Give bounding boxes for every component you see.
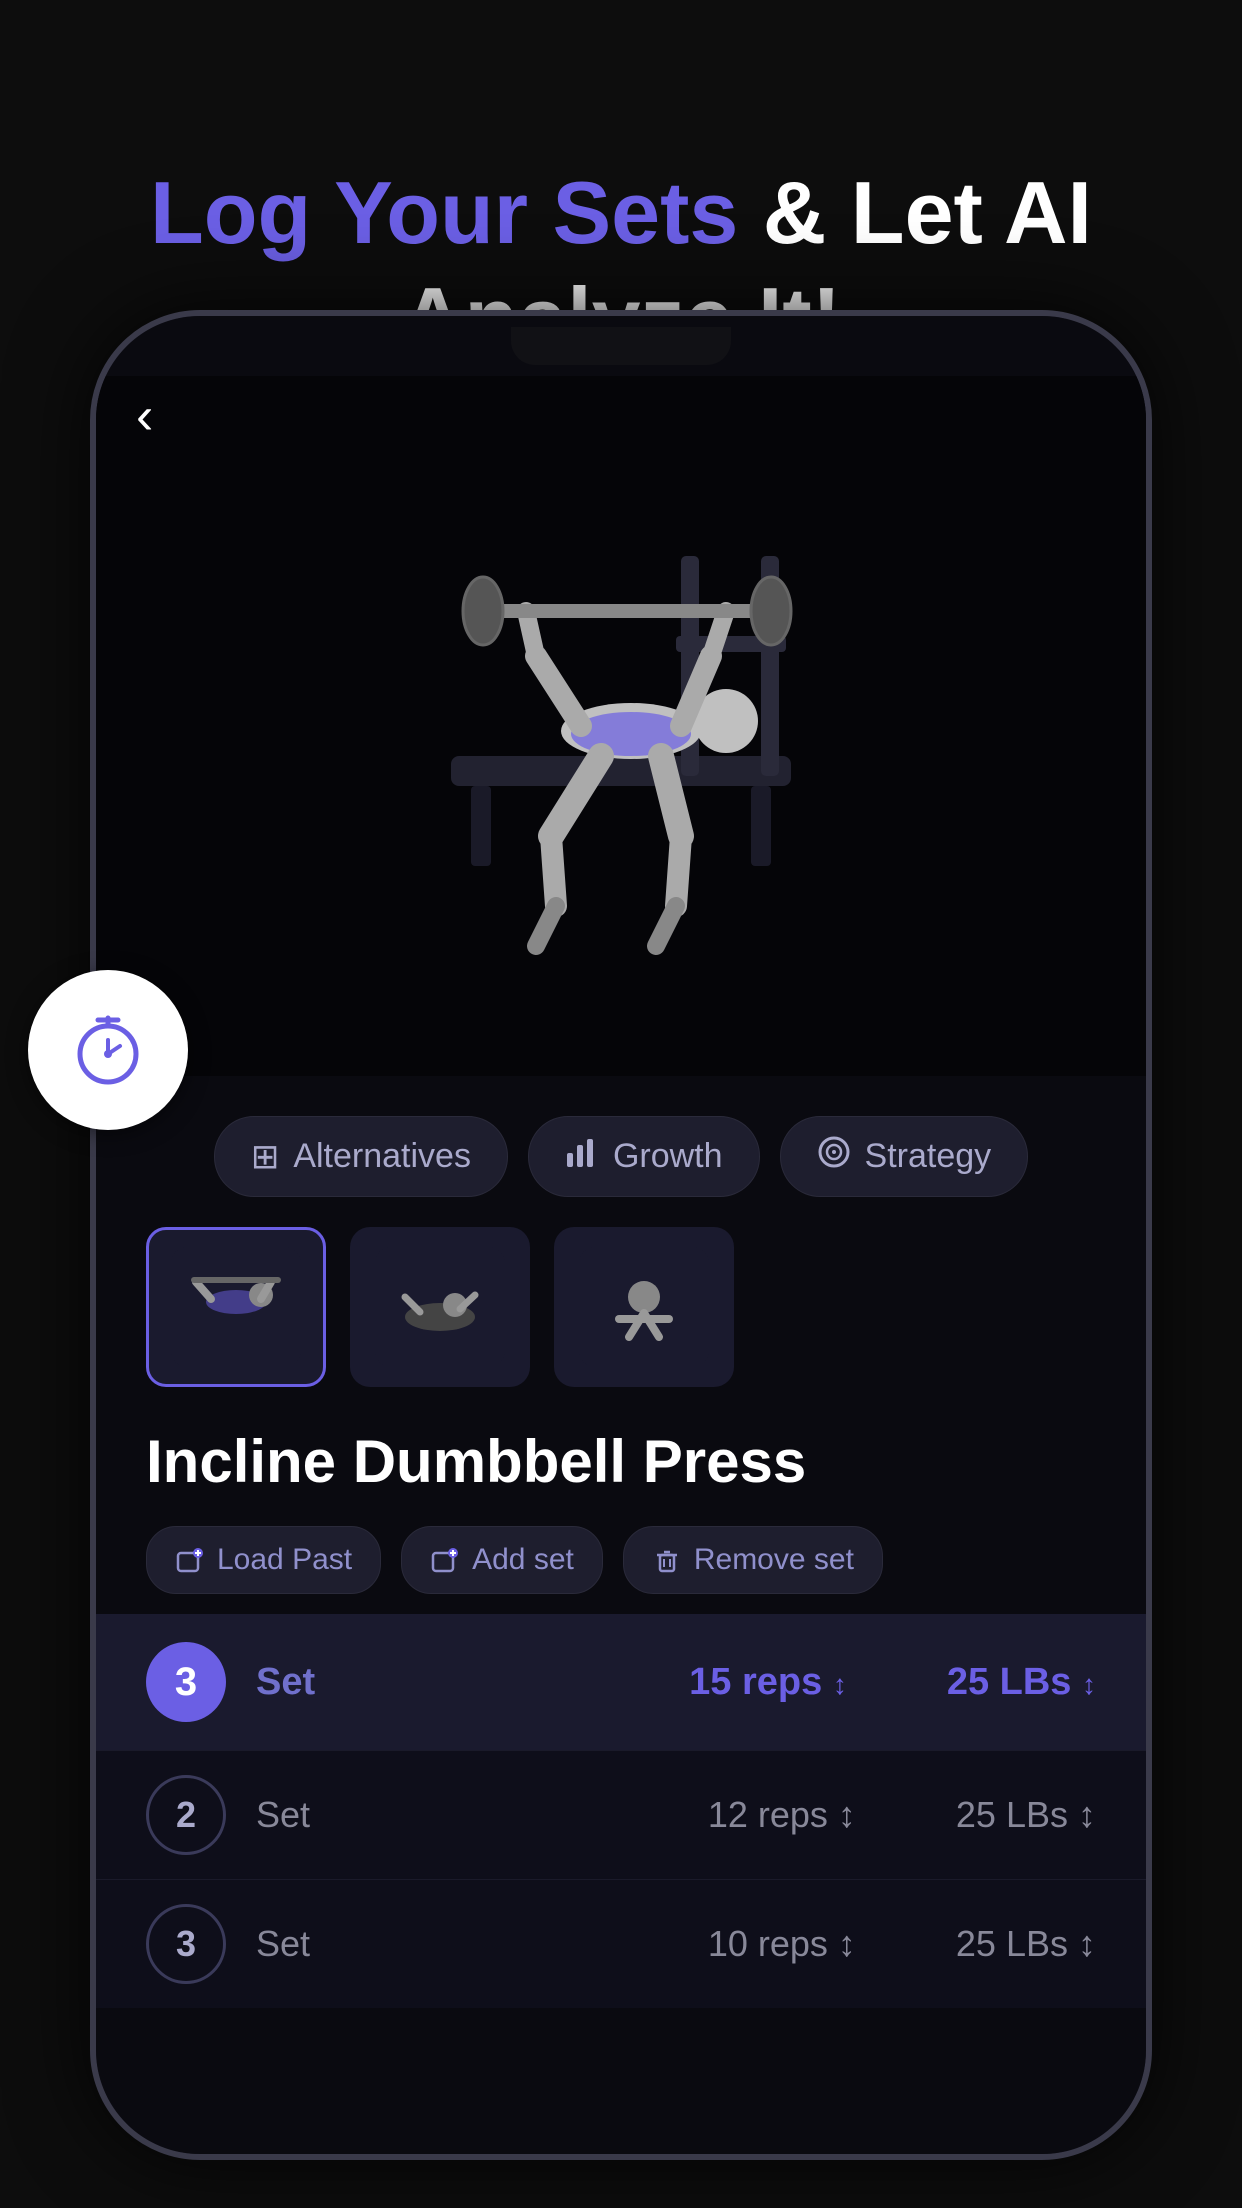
set-row-2-number: 3	[146, 1904, 226, 1984]
alternatives-label: Alternatives	[293, 1137, 471, 1176]
thumbnail-3[interactable]	[554, 1227, 734, 1387]
exercise-animation-area	[96, 376, 1146, 1076]
set-row-1-label: Set	[256, 1794, 678, 1836]
active-set-row[interactable]: 3 Set 15 reps ↕ 25 LBs ↕	[96, 1614, 1146, 1750]
alternatives-button[interactable]: ⊞ Alternatives	[214, 1116, 508, 1197]
thumbnail-row	[96, 1227, 1146, 1417]
active-set-number: 3	[146, 1642, 226, 1722]
set-row-2-weight: 25 LBs ↕	[956, 1923, 1096, 1965]
thumb-img-2	[375, 1247, 505, 1367]
alternatives-icon: ⊞	[251, 1137, 280, 1177]
growth-icon	[565, 1135, 599, 1178]
reps-sort-icon: ↕	[833, 1669, 847, 1700]
thumbnail-1[interactable]	[146, 1227, 326, 1387]
remove-set-label: Remove set	[694, 1543, 854, 1577]
strategy-button[interactable]: Strategy	[780, 1116, 1029, 1197]
title-highlight: Log Your Sets	[150, 163, 738, 262]
timer-button[interactable]	[28, 970, 188, 1130]
exercise-illustration	[371, 426, 871, 1026]
add-set-button[interactable]: Add set	[401, 1526, 603, 1594]
trash-icon	[652, 1545, 682, 1575]
active-set-label: Set	[256, 1661, 659, 1704]
strategy-label: Strategy	[865, 1137, 992, 1176]
strategy-icon	[817, 1135, 851, 1178]
timer-icon	[68, 1010, 148, 1090]
set-rows: 2 Set 12 reps ↕ 25 LBs ↕ 3 Set 10 reps ↕…	[96, 1750, 1146, 2008]
add-set-icon	[430, 1545, 460, 1575]
active-set-reps: 15 reps ↕	[689, 1661, 847, 1704]
thumbnail-2[interactable]	[350, 1227, 530, 1387]
thumb-img-3	[579, 1247, 709, 1367]
exercise-name: Incline Dumbbell Press	[96, 1417, 1146, 1526]
set-row-2-reps: 10 reps ↕	[708, 1923, 856, 1965]
set-row-1-reps: 12 reps ↕	[708, 1794, 856, 1836]
load-past-label: Load Past	[217, 1543, 352, 1577]
active-set-weight: 25 LBs ↕	[947, 1661, 1096, 1704]
remove-set-button[interactable]: Remove set	[623, 1526, 883, 1594]
action-buttons-row: ⊞ Alternatives Growth Strategy	[96, 1076, 1146, 1227]
add-set-label: Add set	[472, 1543, 574, 1577]
load-past-icon	[175, 1545, 205, 1575]
phone-frame: ‹	[90, 310, 1152, 2160]
set-row-1-number: 2	[146, 1775, 226, 1855]
set-row-2-label: Set	[256, 1923, 678, 1965]
growth-label: Growth	[613, 1137, 723, 1176]
set-row-1-weight: 25 LBs ↕	[956, 1794, 1096, 1836]
growth-button[interactable]: Growth	[528, 1116, 760, 1197]
status-bar	[96, 316, 1146, 376]
load-past-button[interactable]: Load Past	[146, 1526, 381, 1594]
title-normal: & Let AI	[738, 163, 1092, 262]
set-action-buttons: Load Past Add set Rem	[96, 1526, 1146, 1614]
phone-inner: ‹	[96, 316, 1146, 2154]
set-row-2[interactable]: 3 Set 10 reps ↕ 25 LBs ↕	[96, 1879, 1146, 2008]
back-button[interactable]: ‹	[136, 386, 153, 446]
thumb-img-1	[171, 1247, 301, 1367]
notch	[511, 327, 731, 365]
set-row-1[interactable]: 2 Set 12 reps ↕ 25 LBs ↕	[96, 1750, 1146, 1879]
weight-sort-icon: ↕	[1082, 1669, 1096, 1700]
